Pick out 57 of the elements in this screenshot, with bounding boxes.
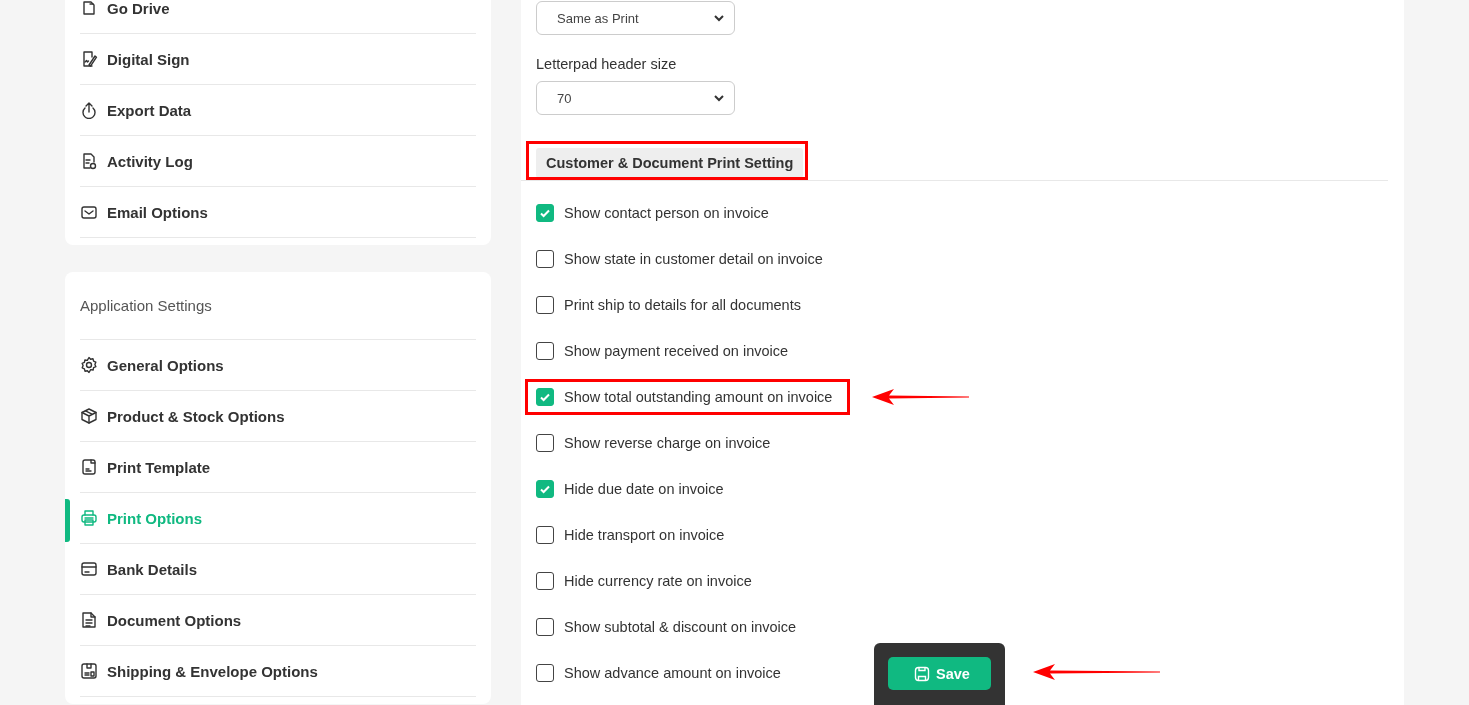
checkbox[interactable] xyxy=(536,526,554,544)
option-label: Show state in customer detail on invoice xyxy=(564,251,823,267)
sidebar-item[interactable]: Bank Details xyxy=(80,544,476,595)
checkbox[interactable] xyxy=(536,480,554,498)
card-icon xyxy=(80,560,98,578)
option-label: Hide transport on invoice xyxy=(564,527,725,543)
folder-icon xyxy=(80,0,98,17)
option-label: Show total outstanding amount on invoice xyxy=(564,389,833,405)
printer-icon xyxy=(80,509,98,527)
checkbox[interactable] xyxy=(536,204,554,222)
dropdown[interactable]: 70 xyxy=(536,81,735,115)
option-label: Hide currency rate on invoice xyxy=(564,573,752,589)
option-label: Show contact person on invoice xyxy=(564,205,769,221)
sidebar-item[interactable]: Shipping & Envelope Options xyxy=(80,646,476,697)
option-label: Show subtotal & discount on invoice xyxy=(564,619,797,635)
checkmark-icon xyxy=(539,483,551,495)
chevron-down-icon xyxy=(714,14,724,22)
settings-icon xyxy=(80,356,98,374)
checkbox[interactable] xyxy=(536,250,554,268)
option-label: Hide due date on invoice xyxy=(564,481,724,497)
checkmark-icon xyxy=(539,207,551,219)
sidebar-item[interactable]: Document Options xyxy=(80,595,476,646)
option-label: Show advance amount on invoice xyxy=(564,665,781,681)
checkbox[interactable] xyxy=(536,296,554,314)
checkbox[interactable] xyxy=(536,618,554,636)
ship-icon xyxy=(80,662,98,680)
sidebar-item[interactable]: General Options xyxy=(80,340,476,391)
dropdown[interactable]: Same as Print xyxy=(536,1,735,35)
checkbox[interactable] xyxy=(536,664,554,682)
doc-icon xyxy=(80,611,98,629)
sidebar-item[interactable]: Digital Sign xyxy=(80,34,476,85)
sidebar-item[interactable]: Activity Log xyxy=(80,136,476,187)
log-icon xyxy=(80,152,98,170)
box-icon xyxy=(80,407,98,425)
checkmark-icon xyxy=(539,391,551,403)
field-label: Letterpad header size xyxy=(536,55,678,73)
active-indicator xyxy=(65,499,70,542)
option-label: Show reverse charge on invoice xyxy=(564,435,771,451)
checkbox[interactable] xyxy=(536,342,554,360)
mail-icon xyxy=(80,203,98,221)
option-label: Print ship to details for all documents xyxy=(564,297,801,313)
checkbox[interactable] xyxy=(536,434,554,452)
section-heading: Customer & Document Print Setting xyxy=(536,148,804,178)
sidebar-item[interactable]: Print Template xyxy=(80,442,476,493)
sidebar-item[interactable]: Go Drive xyxy=(80,0,476,34)
checkbox[interactable] xyxy=(536,572,554,590)
upload-icon xyxy=(80,101,98,119)
template-icon xyxy=(80,458,98,476)
checkbox[interactable] xyxy=(536,388,554,406)
sidebar-item[interactable]: Product & Stock Options xyxy=(80,391,476,442)
sidebar-item[interactable]: Email Options xyxy=(80,187,476,238)
option-label: Show payment received on invoice xyxy=(564,343,789,359)
section-title: Application Settings xyxy=(80,272,476,340)
floppy-disk-icon xyxy=(914,665,930,682)
sign-icon xyxy=(80,50,98,68)
chevron-down-icon xyxy=(714,94,724,102)
sidebar-item[interactable]: Export Data xyxy=(80,85,476,136)
